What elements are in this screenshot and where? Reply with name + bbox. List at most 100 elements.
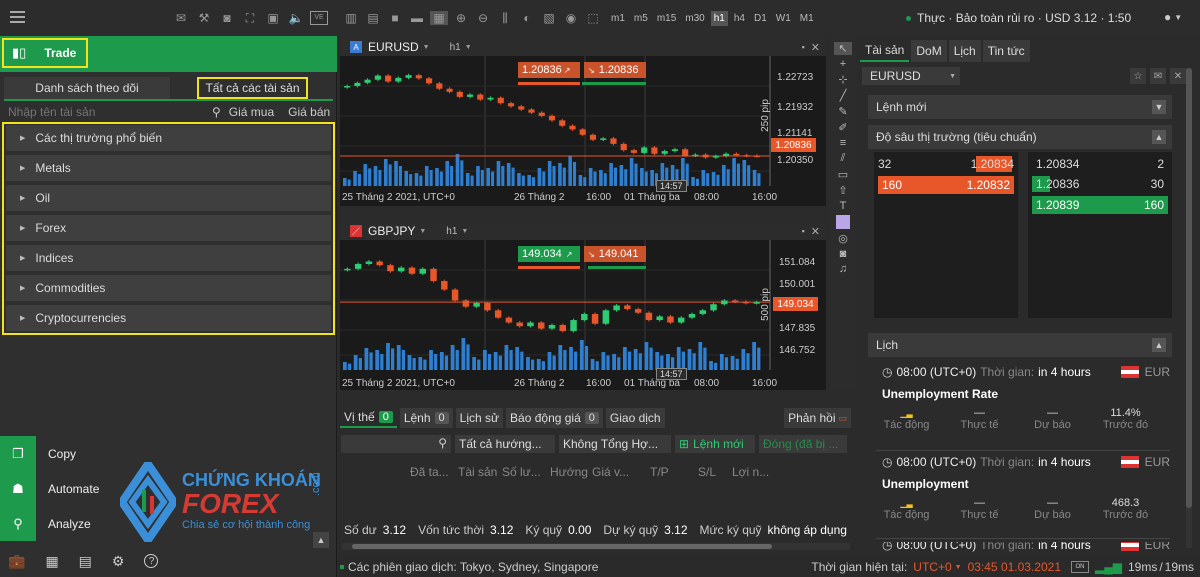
candle-type-icon[interactable]: ⫼ [496,11,514,25]
trend-line-icon[interactable]: ╱ [840,89,847,102]
column-header[interactable]: Lợi n... [732,465,769,479]
visibility-icon[interactable]: ◎ [838,232,848,245]
wallet-icon[interactable]: ▤ [79,553,92,570]
chart-icon[interactable]: ▥ [342,11,360,25]
tab-price-alerts[interactable]: Báo động giá 0 [506,408,603,428]
group-filter[interactable]: Không Tổng Hợ... [559,435,671,453]
keyboard-icon[interactable]: VE [310,11,328,25]
layout-split-icon[interactable]: ▬ [408,11,426,25]
account-status[interactable]: Thực · Bảo toàn rủi ro · USD 3.12 · 1:50 [906,11,1131,25]
symbol-dropdown-icon[interactable]: ▼ [423,44,430,51]
store-icon[interactable]: ▦ [45,553,58,570]
depth-bid-row[interactable]: 32 1.20834 [874,154,1018,174]
price-chart-eurusd[interactable] [340,56,826,206]
timeframe-m5[interactable]: m5 [631,11,651,26]
sell-price-box[interactable]: 149.034 ↗ [518,246,580,262]
scrollbar-thumb[interactable] [1186,68,1192,508]
chart-list-icon[interactable]: ▤ [364,11,382,25]
depth-bid-row[interactable]: 160 1.20832 [878,176,1014,194]
sell-price-box[interactable]: 1.20836 ↗ [518,62,580,78]
trade-button[interactable]: ▮▯ Trade [2,38,88,68]
tab-transactions[interactable]: Giao dịch [605,408,665,428]
tab-positions[interactable]: Vị thế 0 [340,408,397,428]
zoom-in-icon[interactable]: ⊕ [452,11,470,25]
timeframe-m30[interactable]: m30 [682,11,707,26]
feedback-button[interactable]: Phản hồi ▭ [784,408,851,428]
sound-icon[interactable]: 🔈 [287,11,305,25]
timeframe-d1[interactable]: D1 [751,11,770,26]
timeframe-m15[interactable]: m15 [654,11,679,26]
mail-icon[interactable]: ✉ [1150,68,1166,84]
tab-orders[interactable]: Lệnh 0 [399,408,453,428]
category-popular[interactable]: ▶ Các thị trường phổ biến [6,125,331,151]
horizontal-scrollbar[interactable] [342,543,850,550]
new-order-section[interactable]: Lệnh mới ▼ [868,95,1172,119]
depth-ask-row[interactable]: 1.20839 160 [1032,196,1168,214]
tab-watchlist[interactable]: Danh sách theo dõi [4,77,170,99]
channel-icon[interactable]: ⫽ [841,152,846,165]
timezone-select[interactable]: UTC+0 [913,560,951,574]
ask-column-header[interactable]: Giá bán [288,105,330,119]
chart-symbol[interactable]: EURUSD [368,40,419,54]
close-icon[interactable]: ✕ [811,225,820,238]
calendar-event[interactable]: ◷ 08:00 (UTC+0) Thời gian: in 4 hours EU… [870,363,1176,449]
crosshair-icon[interactable]: + [840,58,846,70]
category-indices[interactable]: ▶ Indices [6,245,331,271]
tab-all-assets[interactable]: Tất cả các tài sản [197,77,308,99]
column-header[interactable]: Giá v... [592,465,650,479]
star-icon[interactable]: ☆ [1130,68,1146,84]
vertical-scrollbar[interactable] [1186,68,1192,548]
timeframe-h4[interactable]: h4 [731,11,748,26]
symbol-dropdown-icon[interactable]: ▼ [419,228,426,235]
indicator-icon[interactable]: ◐ [518,11,536,25]
mail-icon[interactable]: ✉ [172,11,190,25]
column-header[interactable]: Số lư... [502,465,550,479]
tab-news[interactable]: Tin tức [982,40,1030,62]
tab-asset[interactable]: Tài sản [860,40,910,62]
connection-toggle[interactable]: ON [1071,561,1089,573]
drawing-icon[interactable]: ⬚ [584,11,602,25]
layout-grid-icon[interactable]: ▦ [430,11,448,25]
close-all-button[interactable]: Đóng (đã bị ... [759,435,847,453]
search-input[interactable] [4,103,204,121]
tab-dom[interactable]: DoM [911,40,947,62]
zoom-out-icon[interactable]: ⊖ [474,11,492,25]
category-forex[interactable]: ▶ Forex [6,215,331,241]
buy-price-box[interactable]: ↘ 149.041 [584,246,646,262]
help-icon[interactable]: ? [144,554,159,568]
timeframe-h1[interactable]: h1 [710,10,728,26]
calendar-event[interactable]: ◷ 08:00 (UTC+0) Thời gian: in 4 hours EU… [870,542,1176,552]
text-icon[interactable]: T [840,200,847,212]
chevron-down-icon[interactable]: ▼ [955,564,962,571]
timeframe-m1[interactable]: m1 [608,11,628,26]
timeframe-dropdown-icon[interactable]: ▼ [465,44,472,51]
fibonacci-icon[interactable]: ≡ [840,137,846,149]
close-icon[interactable]: ✕ [811,41,820,54]
scrollbar-thumb[interactable] [352,544,772,549]
category-commodities[interactable]: ▶ Commodities [6,275,331,301]
briefcase-icon[interactable]: 💼 [8,553,25,570]
category-metals[interactable]: ▶ Metals [6,155,331,181]
category-crypto[interactable]: ▶ Cryptocurrencies [6,305,331,331]
price-chart-gbpjpy[interactable] [340,240,826,390]
template-icon[interactable]: ▧ [540,11,558,25]
cursor-arrow-icon[interactable]: ↖ [834,42,852,55]
chart-symbol[interactable]: GBPJPY [368,224,415,238]
layout-single-icon[interactable]: ■ [386,11,404,25]
chart-timeframe[interactable]: h1 [446,226,457,237]
screenshot-icon[interactable]: ◙ [840,248,847,260]
depth-ask-row[interactable]: 1.20836 30 [1028,174,1172,194]
color-swatch-icon[interactable] [836,215,850,229]
timeframe-mn1[interactable]: M1 [797,11,817,26]
search-icon[interactable]: ⚲ [212,105,221,119]
trade-bar[interactable]: ▮▯ Trade [0,36,337,72]
column-header[interactable]: Hướng [550,465,592,479]
symbol-select[interactable]: EURUSD ▼ [862,67,960,85]
eye-icon[interactable]: ◉ [562,11,580,25]
depth-section-header[interactable]: Độ sâu thị trường (tiêu chuẩn) ▲ [868,125,1172,149]
user-menu[interactable]: ● ▼ [1164,10,1182,24]
maximize-icon[interactable]: ▪ [802,42,805,52]
cross-cursor-icon[interactable]: ⊹ [838,73,847,86]
arrow-up-icon[interactable]: ⇧ [838,184,847,197]
tab-history[interactable]: Lịch sử [455,408,504,428]
